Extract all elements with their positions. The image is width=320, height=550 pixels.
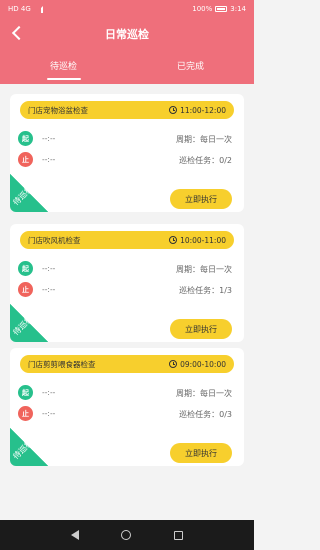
time-range: 09:00-10:00 (169, 360, 226, 369)
task-list: 门店宠物浴盆检查 11:00-12:00 起 --:-- 周期：每日一次 止 -… (0, 84, 254, 520)
execute-button[interactable]: 立即执行 (170, 443, 232, 463)
time-range: 11:00-12:00 (169, 106, 226, 115)
stop-badge: 止 (18, 282, 33, 297)
task-name: 门店吹风机检查 (28, 235, 81, 245)
signal-icon (34, 5, 43, 13)
card-header: 门店剪剪喂食器检查 09:00-10:00 (20, 355, 234, 373)
status-label: 待巡检 (11, 183, 35, 208)
period-text: 周期：每日一次 (176, 265, 232, 274)
stop-badge: 止 (18, 152, 33, 167)
stop-time-value: --:-- (42, 155, 56, 164)
time-range-text: 11:00-12:00 (180, 105, 226, 115)
task-name: 门店剪剪喂食器检查 (28, 359, 96, 369)
status-ribbon: 待巡检 (10, 428, 48, 466)
inspection-card[interactable]: 门店吹风机检查 10:00-11:00 起 --:-- 周期：每日一次 止 --… (10, 224, 244, 342)
start-time-value: --:-- (42, 134, 56, 143)
task-progress: 巡检任务：0/3 (179, 410, 232, 419)
task-progress: 巡检任务：0/2 (179, 156, 232, 165)
page-title: 日常巡检 (105, 28, 149, 41)
start-badge: 起 (18, 385, 33, 400)
period-text: 周期：每日一次 (176, 389, 232, 398)
stop-time-value: --:-- (42, 285, 56, 294)
start-badge: 起 (18, 261, 33, 276)
period-text: 周期：每日一次 (176, 135, 232, 144)
tab-pending[interactable]: 待巡检 (0, 50, 127, 84)
status-label: 待巡检 (11, 313, 35, 338)
time-range: 10:00-11:00 (169, 236, 226, 245)
time-range-text: 10:00-11:00 (180, 235, 226, 245)
start-time-value: --:-- (42, 264, 56, 273)
status-ribbon: 待巡检 (10, 304, 48, 342)
nav-back-icon[interactable] (71, 530, 80, 540)
clock-icon (169, 236, 178, 244)
clock-icon (169, 106, 178, 114)
clock-icon (169, 360, 178, 368)
task-name: 门店宠物浴盆检查 (28, 105, 88, 115)
time-range-text: 09:00-10:00 (180, 359, 226, 369)
signal-group: HD 4G (8, 5, 43, 13)
status-ribbon: 待巡检 (10, 174, 48, 212)
app-header: 日常巡检 (0, 18, 254, 50)
status-label: 待巡检 (11, 437, 35, 462)
status-bar: HD 4G 100% 3:14 (0, 0, 254, 18)
inspection-card[interactable]: 门店宠物浴盆检查 11:00-12:00 起 --:-- 周期：每日一次 止 -… (10, 94, 244, 212)
battery-percent: 100% (192, 5, 213, 13)
execute-button[interactable]: 立即执行 (170, 319, 232, 339)
stop-badge: 止 (18, 406, 33, 421)
stop-time-value: --:-- (42, 409, 56, 418)
status-right: 100% 3:14 (192, 5, 246, 13)
task-progress: 巡检任务：1/3 (179, 286, 232, 295)
system-nav-bar (0, 520, 254, 550)
inspection-card[interactable]: 门店剪剪喂食器检查 09:00-10:00 起 --:-- 周期：每日一次 止 … (10, 348, 244, 466)
nav-home-icon[interactable] (121, 530, 132, 540)
battery-icon (215, 6, 228, 12)
start-time-value: --:-- (42, 388, 56, 397)
card-header: 门店宠物浴盆检查 11:00-12:00 (20, 101, 234, 119)
nav-recent-apps-icon[interactable] (173, 530, 183, 540)
start-badge: 起 (18, 131, 33, 146)
tab-completed[interactable]: 已完成 (127, 50, 254, 84)
clock-time: 3:14 (230, 5, 246, 13)
network-label: HD 4G (8, 5, 31, 13)
card-header: 门店吹风机检查 10:00-11:00 (20, 231, 234, 249)
tab-bar: 待巡检 已完成 (0, 50, 254, 84)
execute-button[interactable]: 立即执行 (170, 189, 232, 209)
